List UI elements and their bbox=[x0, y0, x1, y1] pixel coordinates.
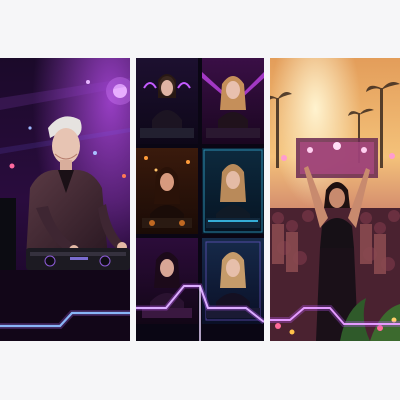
dj-tile-3 bbox=[136, 148, 198, 234]
collage-stage bbox=[0, 0, 400, 400]
dj-club-panel bbox=[0, 58, 130, 341]
dj-tile-4 bbox=[202, 148, 264, 234]
festival-image bbox=[270, 58, 400, 341]
festival-stage bbox=[281, 138, 395, 178]
dj-grid-image bbox=[136, 58, 264, 341]
dj-controller bbox=[26, 248, 130, 270]
dj-tile-6 bbox=[202, 238, 264, 324]
dj-tile-1 bbox=[136, 58, 198, 144]
dj-club-image bbox=[0, 58, 130, 341]
festival-panel bbox=[270, 58, 400, 341]
dj-tile-2 bbox=[202, 58, 264, 144]
dj-grid-panel bbox=[136, 58, 264, 341]
dj-tile-5 bbox=[136, 238, 198, 324]
